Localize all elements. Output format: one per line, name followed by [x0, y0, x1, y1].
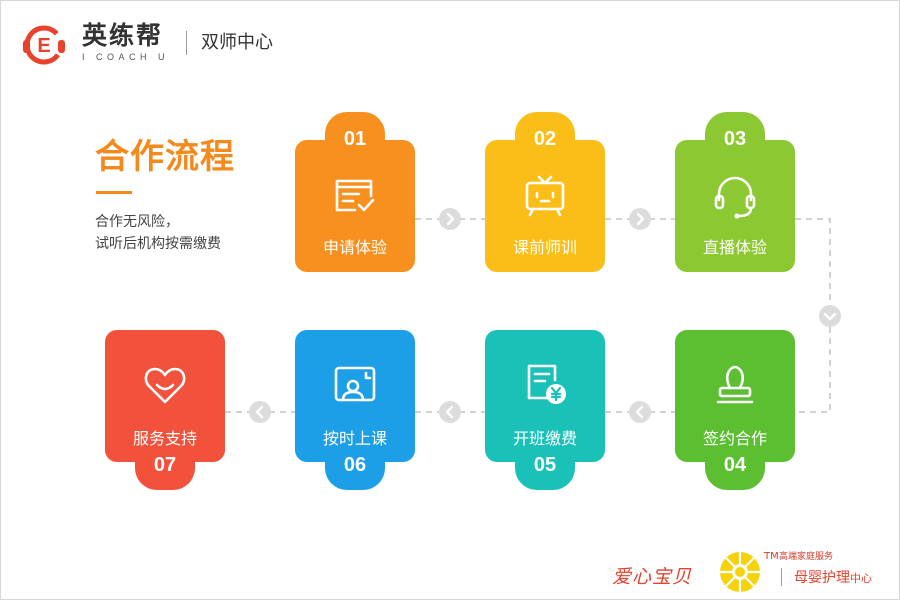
step-label: 签约合作: [702, 429, 767, 448]
teacher-screen-icon: [334, 366, 376, 402]
chevron-right-icon: [636, 212, 645, 226]
flow-desc-line2: 试听后机构按需缴费: [95, 236, 221, 252]
footer-tm: TM: [764, 551, 779, 562]
header-separator: [186, 31, 187, 55]
brand-name: 英练帮: [82, 21, 164, 50]
chevron-right-icon: [446, 212, 455, 226]
step-card-04[interactable]: 04 签约合作: [675, 330, 795, 490]
flow-title-underline: [96, 191, 132, 194]
tv-icon: [525, 175, 565, 217]
page-frame: [0, 0, 900, 600]
step-number: 07: [153, 454, 177, 476]
footer-separator: [781, 568, 782, 586]
step-number: 01: [343, 128, 367, 150]
brand: 英练帮 I COACH U: [82, 22, 169, 63]
step-card-05[interactable]: 05 开班缴费: [485, 330, 605, 490]
step-number: 06: [343, 454, 367, 476]
step-number: 02: [533, 128, 557, 150]
step-label: 直播体验: [702, 238, 767, 257]
chevron-left-icon: [445, 405, 454, 419]
flow-desc-line1: 合作无风险，: [95, 214, 179, 230]
footer-center-name: 母婴护理中心: [794, 568, 872, 589]
arrow-down: [819, 305, 841, 327]
step-label: 按时上课: [322, 429, 387, 448]
headset-icon: [714, 176, 756, 219]
footer-subtitle: 高端家庭服务: [779, 552, 834, 562]
step-card-03[interactable]: 03 直播体验: [675, 112, 795, 272]
stamp-icon: [716, 365, 754, 404]
step-number: 03: [723, 128, 747, 150]
sun-logo-icon: [720, 552, 760, 592]
chevron-left-icon: [635, 405, 644, 419]
step-label: 开班缴费: [512, 429, 577, 448]
flow-title: 合作流程: [95, 137, 235, 177]
flow-description: 合作无风险， 试听后机构按需缴费: [95, 211, 221, 255]
step-card-06[interactable]: 06 按时上课: [295, 330, 415, 490]
bill-yuan-icon: [527, 364, 566, 404]
step-label: 服务支持: [132, 429, 197, 448]
svg-text:E: E: [37, 35, 50, 57]
step-card-07[interactable]: 07 服务支持: [105, 330, 225, 490]
footer-center-small: 中心: [850, 572, 872, 585]
arrow-left-3: [249, 401, 271, 423]
footer-center-main: 母婴护理: [794, 570, 850, 586]
step-label: 课前师训: [512, 238, 577, 257]
arrow-left-2: [439, 401, 461, 423]
form-check-icon: [335, 179, 375, 212]
chevron-left-icon: [255, 405, 264, 419]
step-label: 申请体验: [322, 238, 387, 257]
icoachu-logo-icon: E: [23, 25, 65, 65]
step-number: 05: [533, 454, 557, 476]
arrow-right-2: [629, 208, 651, 230]
step-number: 04: [723, 454, 747, 476]
brand-sub: I COACH U: [82, 52, 170, 62]
step-card-01[interactable]: 01 申请体验: [295, 112, 415, 272]
step-card-02[interactable]: 02 课前师训: [485, 112, 605, 272]
arrow-right-1: [439, 208, 461, 230]
chevron-down-icon: [823, 312, 837, 321]
arrow-left-1: [629, 401, 651, 423]
section-title: 双师中心: [201, 32, 273, 53]
footer-brand: 爱心宝贝: [612, 566, 693, 588]
heart-smile-icon: [144, 367, 186, 404]
